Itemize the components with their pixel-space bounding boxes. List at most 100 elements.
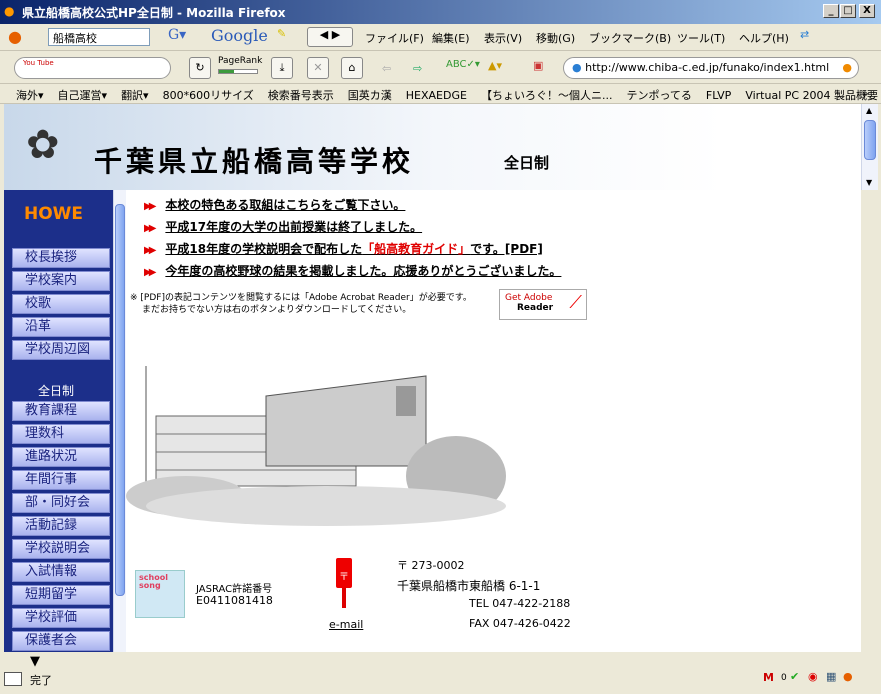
sidebar-scrollbar[interactable] [113,190,126,652]
next-icon[interactable]: ⇨ [413,62,422,75]
bookmark-item[interactable]: 翻訳▾ [121,89,149,102]
check-icon[interactable]: ✔ [790,670,799,683]
menu-edit[interactable]: 編集(E) [432,30,470,46]
bookmark-item[interactable]: 【ちょいろぐ！〜個人ニ... [481,89,613,102]
nav-study-abroad[interactable]: 短期留学 [12,585,110,605]
highlighter-icon[interactable]: ✎ [277,27,286,40]
network-icon[interactable]: ▦ [826,670,836,683]
page-scroll-thumb[interactable] [864,120,876,160]
nav-map[interactable]: 学校周辺図 [12,340,110,360]
pagerank-bar [218,69,258,74]
home-button[interactable]: ⌂ [341,57,363,79]
sidebar-frame: HOWE 校長挨拶 学校案内 校歌 沿革 学校周辺図 全日制 教育課程 理数科 … [4,190,126,652]
download-button[interactable]: ⤓ [271,57,293,79]
menu-tools[interactable]: ツール(T) [677,30,725,46]
spellcheck-icon[interactable]: ABC✓▾ [446,59,480,70]
window-title: 県立船橋高校公式HP全日制 - Mozilla Firefox [22,6,286,20]
email-link[interactable]: e-mail [329,618,363,631]
firefox-icon: ● [4,4,15,18]
bookmark-item[interactable]: 800*600リサイズ [163,89,254,102]
bookmarks-more[interactable]: » [862,87,869,100]
minimize-button[interactable]: _ [823,4,839,18]
page-content: ✿ 千葉県立船橋高等学校 全日制 HOWE 校長挨拶 学校案内 校歌 沿革 学校… [4,104,861,652]
pagerank-label: PageRank [218,56,263,66]
nav-info-session[interactable]: 学校説明会 [12,539,110,559]
nav-parents[interactable]: 保護者会 [12,631,110,651]
section-label: 全日制 [38,384,75,398]
school-banner: ✿ 千葉県立船橋高等学校 全日制 [4,104,724,190]
arrow-icon: ▶▶ [144,223,157,234]
nav-career[interactable]: 進路状況 [12,447,110,467]
nav-activities[interactable]: 活動記録 [12,516,110,536]
nav-curriculum[interactable]: 教育課程 [12,401,110,421]
status-bar: ▼ 完了 M 0 ✔ ◉ ▦ ● [0,652,881,694]
google-g-icon[interactable]: G▾ [168,27,186,43]
school-name: 千葉県立船橋高等学校 [94,145,415,178]
arrow-icon: ▶▶ [144,201,157,212]
bookmark-item[interactable]: HEXAEDGE [406,89,467,102]
bookmark-item[interactable]: 国英カ漢 [348,89,392,102]
search-input[interactable]: 船橋高校 [48,28,150,46]
gmail-icon[interactable]: M [763,671,774,684]
page-scrollbar[interactable]: ▲ ▼ [861,104,878,190]
nav-evaluation[interactable]: 学校評価 [12,608,110,628]
url-bar[interactable]: ● http://www.chiba-c.ed.jp/funako/index1… [563,57,859,79]
get-adobe-reader-button[interactable]: Get Adobe Reader ⟋ [499,289,587,320]
arrow-icon: ▶▶ [144,267,157,278]
nav-science[interactable]: 理数科 [12,424,110,444]
flag-icon[interactable]: ◉ [808,670,818,683]
prev-icon[interactable]: ⇦ [382,62,391,75]
firefox-status-icon[interactable]: ● [843,670,853,683]
stop-button[interactable]: ✕ [307,57,329,79]
bookmark-item[interactable]: Virtual PC 2004 製品概要 [745,89,878,102]
bookmark-item[interactable]: テンポってる [626,89,691,102]
bookmark-item[interactable]: FLVP [706,89,731,102]
close-button[interactable]: X [859,4,875,18]
adobe-icon: ⟋ [569,292,582,313]
nav-events[interactable]: 年間行事 [12,470,110,490]
address: 千葉県船橋市東船橋 6-1-1 [397,579,541,593]
nav-principal[interactable]: 校長挨拶 [12,248,110,268]
rss-icon[interactable]: ● [842,61,852,74]
maximize-button[interactable]: □ [840,4,856,18]
menu-go[interactable]: 移動(G) [536,30,575,46]
youtube-search[interactable]: You Tube [14,57,171,79]
nav-school-song[interactable]: 校歌 [12,294,110,314]
title-bar: ● 県立船橋高校公式HP全日制 - Mozilla Firefox [0,0,881,24]
news-item[interactable]: ▶▶ 今年度の高校野球の結果を掲載しました。応援ありがとうございました。 [144,262,561,279]
bookmark-item[interactable]: 検索番号表示 [268,89,334,102]
url-text: http://www.chiba-c.ed.jp/funako/index1.h… [585,61,830,74]
arrow-icon: ▶▶ [144,245,157,256]
school-building-image [126,366,506,526]
menu-bookmarks[interactable]: ブックマーク(B) [589,30,671,46]
menu-help[interactable]: ヘルプ(H) [739,30,789,46]
sidebar-scroll-thumb[interactable] [115,204,125,596]
dropdown-arrow-icon[interactable]: ▼ [30,654,40,669]
nav-admission[interactable]: 入試情報 [12,562,110,582]
jasrac-label: JASRAC許諾番号 [196,584,273,595]
globe-icon: ● [572,61,582,74]
menu-view[interactable]: 表示(V) [484,30,522,46]
school-emblem-icon: ✿ [26,122,60,168]
bookmark-item[interactable]: 自己運営▾ [58,89,108,102]
firefox-icon: ● [8,27,22,46]
folder-up-icon[interactable]: ▲▾ [488,59,502,72]
reload-button[interactable]: ↻ [189,57,211,79]
fax: FAX 047-426-0422 [469,617,571,630]
nav-school-guide[interactable]: 学校案内 [12,271,110,291]
back-forward-buttons[interactable]: ◀ ▶ [307,27,353,47]
nav-clubs[interactable]: 部・同好会 [12,493,110,513]
jasrac-logo: school song [135,570,185,618]
news-item[interactable]: ▶▶ 平成17年度の大学の出前授業は終了しました。 [144,218,422,235]
postbox-icon: 〒 [336,558,352,610]
bookmark-item[interactable]: 海外▾ [16,89,44,102]
sidebar-icon[interactable]: ▣ [533,59,543,72]
menu-file[interactable]: ファイル(F) [365,30,424,46]
nav-history[interactable]: 沿革 [12,317,110,337]
news-item[interactable]: ▶▶ 本校の特色ある取組はこちらをご覧下さい。 [144,196,405,213]
banner-subtitle: 全日制 [504,154,550,172]
extension-icon[interactable]: ⇄ [800,28,809,41]
news-item[interactable]: ▶▶ 平成18年度の学校説明会で配布した「船高教育ガイド」です。[PDF] [144,240,543,257]
status-icon [4,672,22,686]
google-logo[interactable]: Google [211,26,268,45]
